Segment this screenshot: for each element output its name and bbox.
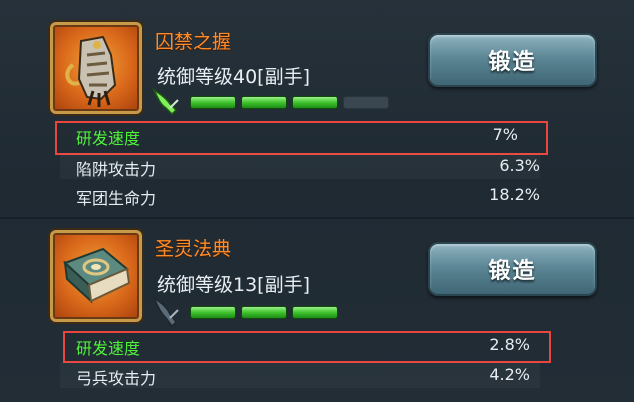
stat-value: 4.2% — [489, 365, 530, 384]
stat-value: 6.3% — [499, 156, 540, 175]
divider — [0, 217, 634, 219]
progress-bar — [190, 306, 338, 319]
stat-row: 弓兵攻击力 4.2% — [60, 362, 540, 388]
progress-segment — [190, 306, 236, 319]
progress-segment — [292, 306, 338, 319]
stat-row: 军团生命力 18.2% — [60, 182, 540, 208]
gauntlet-icon — [50, 22, 142, 114]
stat-row: 陷阱攻击力 6.3% — [60, 153, 540, 179]
stat-label: 陷阱攻击力 — [76, 160, 157, 179]
tome-icon — [50, 230, 142, 322]
progress-segment — [241, 306, 287, 319]
sword-icon — [152, 87, 179, 116]
item-name: 囚禁之握 — [155, 31, 232, 53]
progress-segment — [292, 96, 338, 109]
sword-icon — [152, 295, 179, 328]
highlight-box — [63, 331, 551, 363]
item-name: 圣灵法典 — [155, 238, 232, 260]
highlight-box — [55, 121, 548, 155]
progress-bar — [190, 96, 389, 109]
stat-label: 军团生命力 — [76, 189, 157, 208]
progress-segment-empty — [343, 96, 389, 109]
forge-button[interactable]: 锻造 — [428, 242, 597, 296]
stat-value: 18.2% — [489, 185, 540, 204]
item-level: 统御等级40[副手] — [157, 66, 311, 88]
progress-segment — [190, 96, 236, 109]
stat-label: 弓兵攻击力 — [76, 369, 157, 388]
item-level: 统御等级13[副手] — [157, 274, 311, 296]
progress-segment — [241, 96, 287, 109]
forge-button[interactable]: 锻造 — [428, 33, 597, 87]
